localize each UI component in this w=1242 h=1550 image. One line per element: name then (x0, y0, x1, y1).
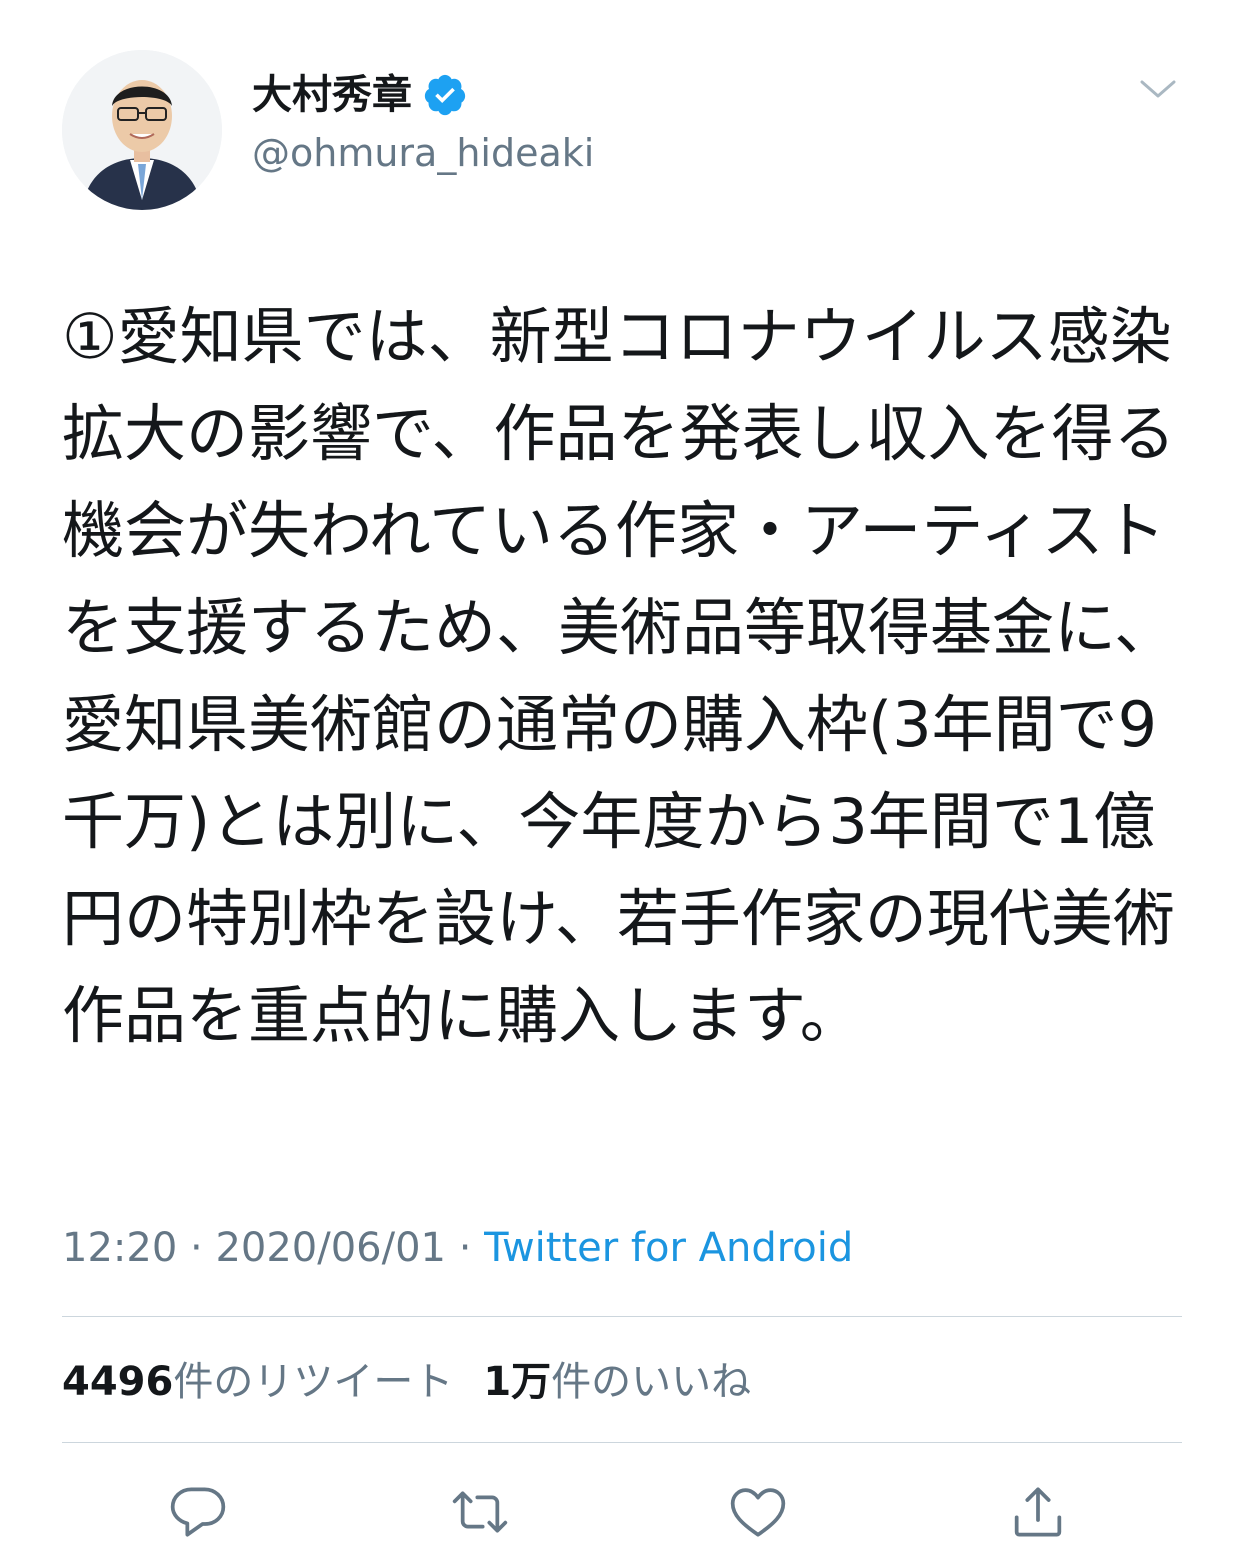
avatar[interactable] (62, 50, 222, 210)
divider (62, 1442, 1182, 1443)
chevron-down-icon[interactable] (1136, 72, 1180, 106)
reply-icon[interactable] (166, 1480, 230, 1544)
meta-separator: · (190, 1225, 203, 1271)
tweet-source-link[interactable]: Twitter for Android (484, 1225, 853, 1271)
display-name[interactable]: 大村秀章 (252, 68, 412, 122)
tweet-text: ①愛知県では、新型コロナウイルス感染拡大の影響で、作品を発表し収入を得る機会が失… (62, 300, 1177, 1052)
retweet-count: 4496 (62, 1359, 174, 1405)
author-info[interactable]: 大村秀章 @ohmura_hideaki (252, 68, 594, 178)
display-name-row: 大村秀章 (252, 68, 594, 122)
like-stat[interactable]: 1万件のいいね (483, 1359, 751, 1405)
retweet-label: 件のリツイート (173, 1359, 454, 1405)
tweet-stats: 4496件のリツイート 1万件のいいね (62, 1352, 751, 1412)
retweet-icon[interactable] (448, 1480, 512, 1544)
verified-badge-icon (422, 72, 468, 118)
heart-icon[interactable] (726, 1480, 790, 1544)
tweet-time[interactable]: 12:20 (62, 1225, 177, 1271)
tweet-header: 大村秀章 @ohmura_hideaki (62, 50, 1180, 210)
avatar-photo (62, 50, 222, 210)
share-icon[interactable] (1006, 1480, 1070, 1544)
divider (62, 1316, 1182, 1317)
tweet-date[interactable]: 2020/06/01 (215, 1225, 446, 1271)
meta-separator: · (458, 1225, 472, 1271)
handle[interactable]: @ohmura_hideaki (252, 128, 594, 178)
retweet-stat[interactable]: 4496件のリツイート (62, 1359, 453, 1405)
like-count: 1万 (483, 1359, 552, 1405)
tweet-meta: 12:20 · 2020/06/01 · Twitter for Android (62, 1218, 853, 1278)
like-label: 件のいいね (551, 1359, 752, 1405)
action-bar (0, 1480, 1242, 1550)
